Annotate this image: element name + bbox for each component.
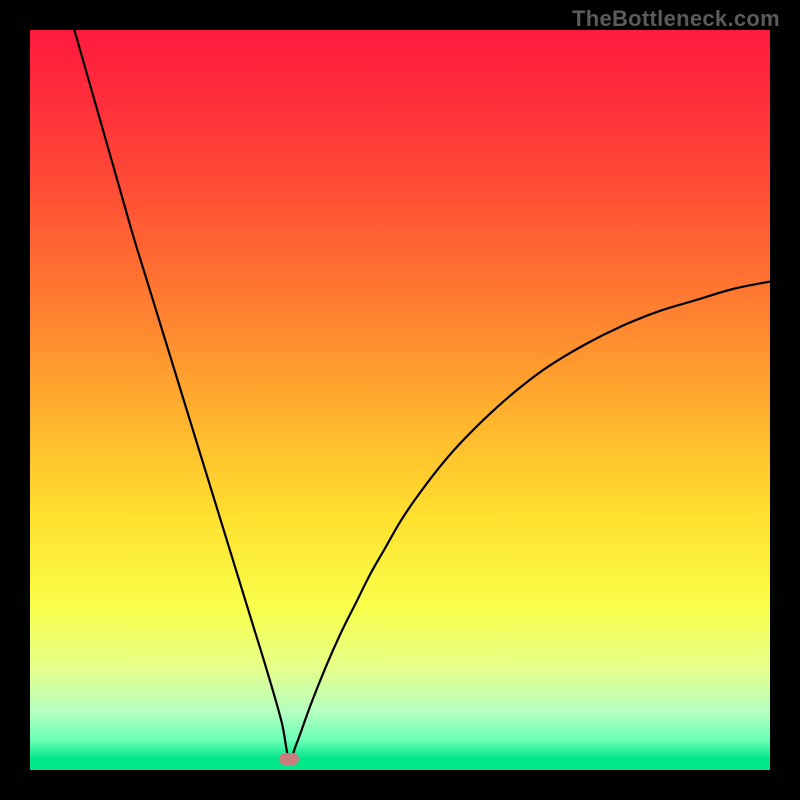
bottleneck-curve [74,30,770,760]
watermark-label: TheBottleneck.com [572,6,780,32]
curve-layer [30,30,770,770]
optimum-marker [279,753,299,765]
plot-area [30,30,770,770]
chart-frame: TheBottleneck.com [0,0,800,800]
